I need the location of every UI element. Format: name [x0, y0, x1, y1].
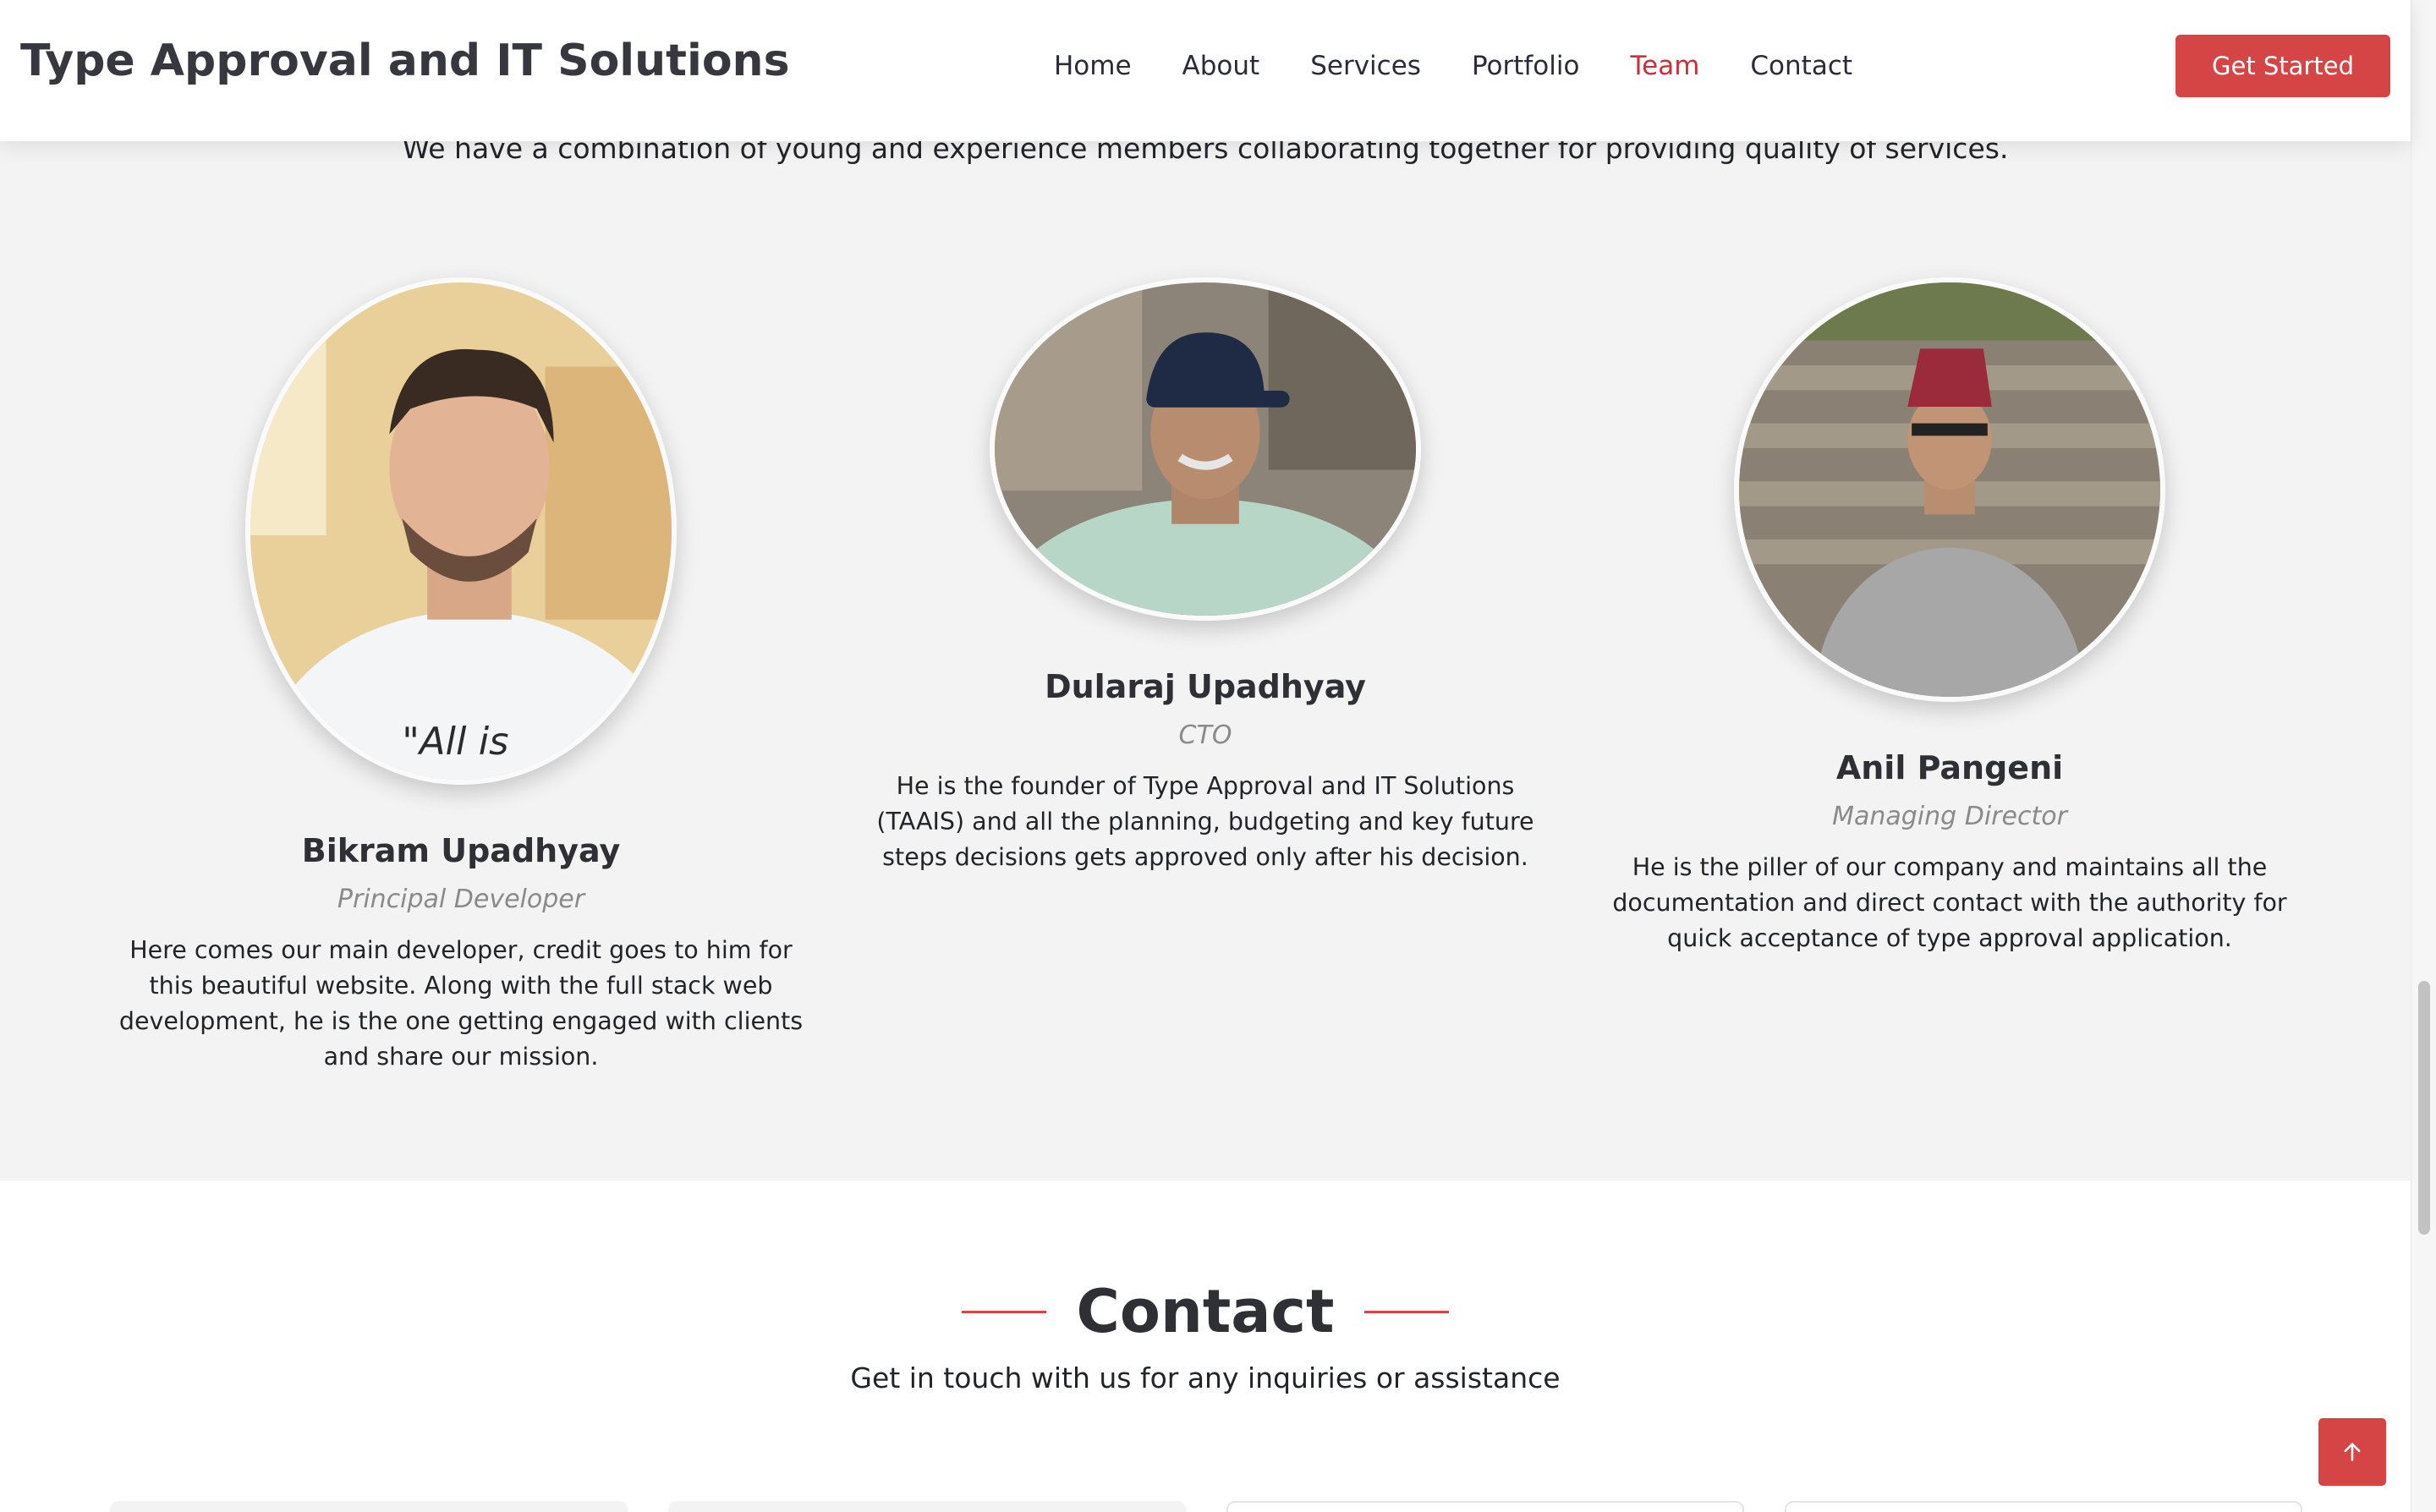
member-role: CTO	[1178, 720, 1232, 750]
nav-home[interactable]: Home	[1029, 47, 1157, 85]
member-description: Here comes our main developer, credit go…	[118, 936, 804, 1071]
page-scrollbar[interactable]	[2411, 0, 2436, 1512]
nav-contact[interactable]: Contact	[1725, 47, 1878, 85]
nav-team[interactable]: Team	[1605, 47, 1725, 85]
member-role: Managing Director	[1832, 802, 2067, 831]
svg-text:"All is: "All is	[402, 719, 508, 764]
contact-form-field[interactable]	[1785, 1501, 2302, 1512]
member-photo	[1734, 277, 2165, 702]
scrollbar-thumb[interactable]	[2418, 981, 2430, 1235]
back-to-top-button[interactable]	[2318, 1418, 2386, 1486]
nav-services[interactable]: Services	[1285, 47, 1446, 85]
team-member-card: Dularaj Upadhyay CTO He is the founder o…	[859, 277, 1552, 875]
nav-portfolio[interactable]: Portfolio	[1446, 47, 1605, 85]
nav-about[interactable]: About	[1157, 47, 1286, 85]
member-description: He is the founder of Type Approval and I…	[876, 772, 1534, 871]
get-started-button[interactable]: Get Started	[2175, 35, 2390, 97]
site-header: Type Approval and IT Solutions Home Abou…	[0, 0, 2411, 141]
member-name: Bikram Upadhyay	[301, 832, 621, 869]
member-role: Principal Developer	[337, 885, 585, 914]
heading-divider-left	[962, 1310, 1047, 1313]
team-section: We have a combination of young and exper…	[0, 76, 2411, 1181]
member-name: Anil Pangeni	[1835, 749, 2064, 786]
contact-subtitle: Get in touch with us for any inquiries o…	[850, 1361, 1561, 1394]
contact-title: Contact	[1076, 1277, 1335, 1346]
member-photo	[990, 277, 1421, 621]
member-description: He is the piller of our company and main…	[1612, 853, 2287, 952]
site-logo[interactable]: Type Approval and IT Solutions	[20, 36, 790, 86]
contact-info-card	[110, 1501, 628, 1512]
contact-form-field[interactable]	[1226, 1501, 1744, 1512]
member-name: Dularaj Upadhyay	[1045, 668, 1366, 705]
member-photo: "All is	[245, 277, 677, 785]
heading-divider-right	[1363, 1310, 1449, 1313]
main-nav: Home About Services Portfolio Team Conta…	[1029, 47, 1878, 85]
team-member-card: "All is Bikram Upadhyay Principal Develo…	[114, 277, 808, 1075]
arrow-up-icon	[2344, 1443, 2361, 1461]
contact-heading: Contact	[0, 1277, 2411, 1346]
team-member-card: Anil Pangeni Managing Director He is the…	[1603, 277, 2296, 956]
contact-info-card	[668, 1501, 1186, 1512]
